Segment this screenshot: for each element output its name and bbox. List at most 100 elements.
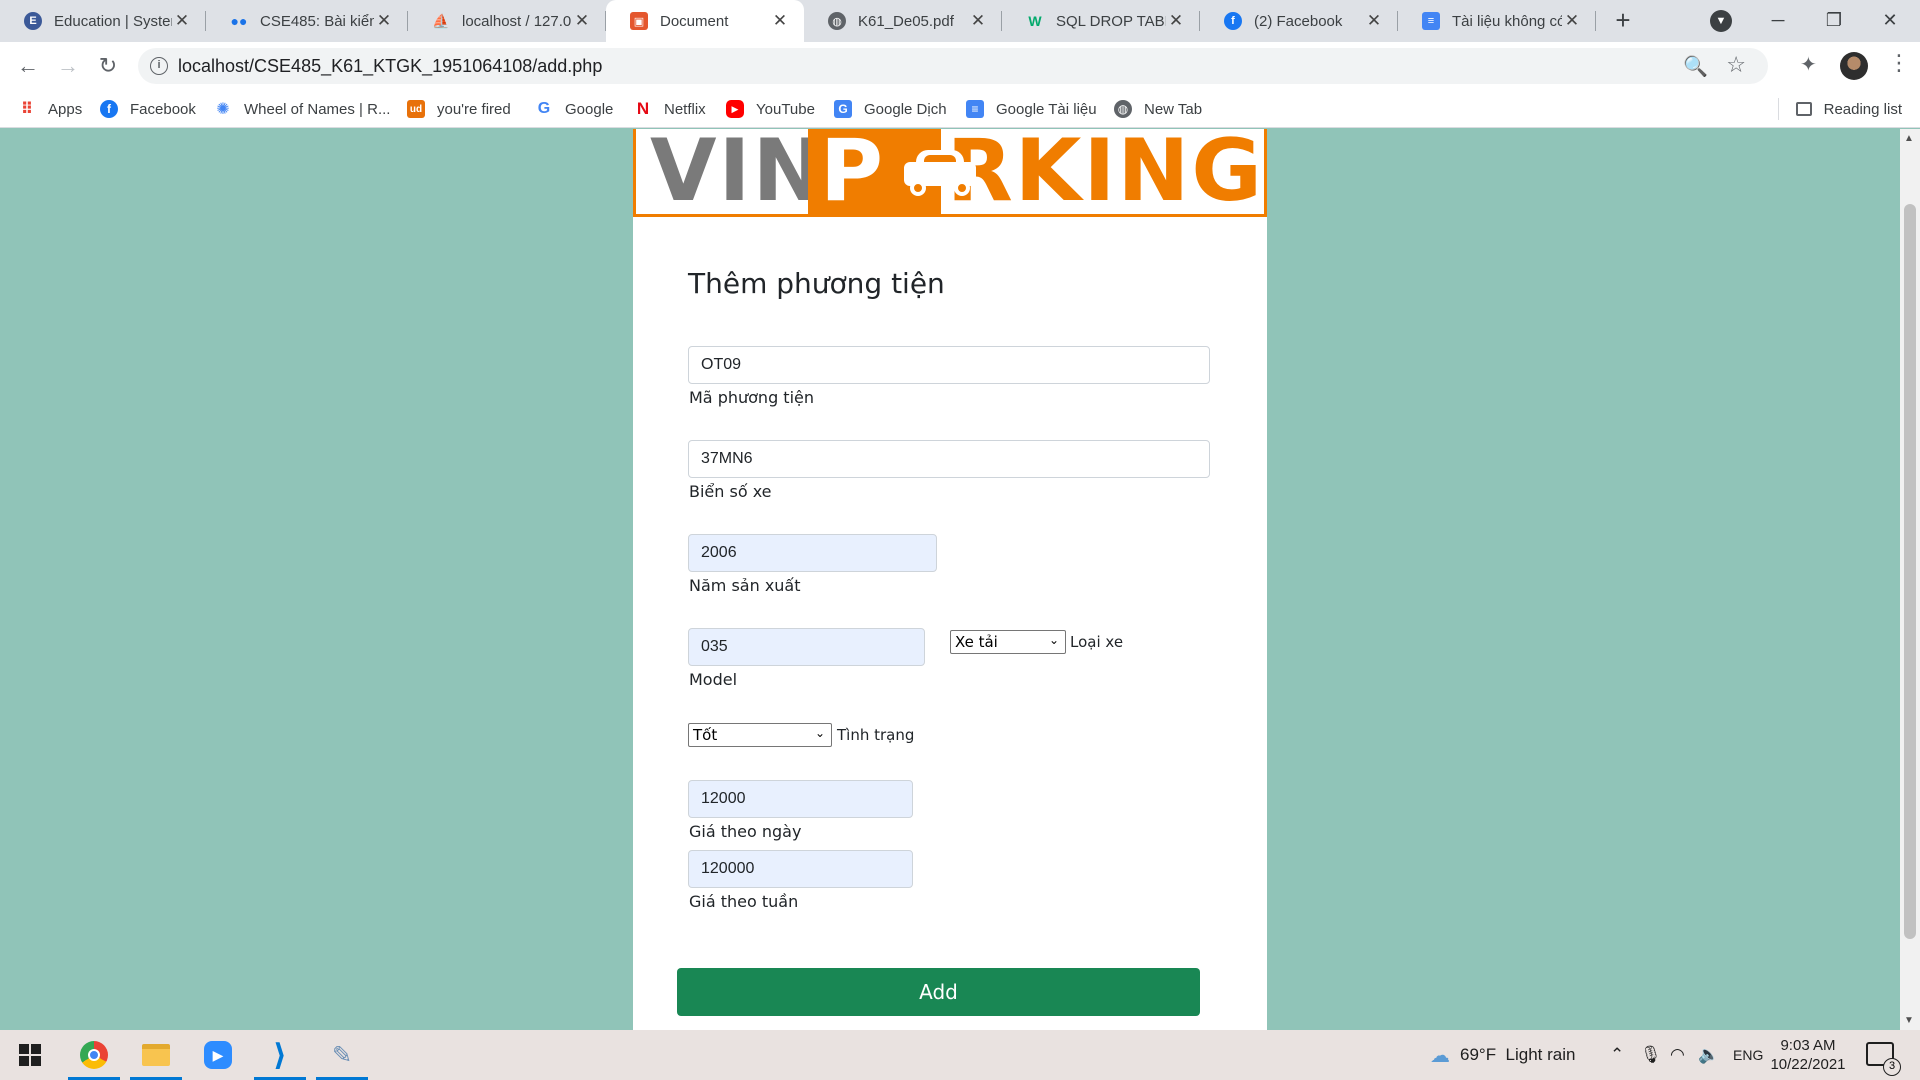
page-scrollbar[interactable]: ▲ ▼ [1900,129,1920,1030]
new-tab-button[interactable]: + [1608,6,1638,36]
chrome-icon[interactable] [64,1030,124,1080]
model-label: Model [689,670,738,689]
microphone-icon[interactable]: 🎙 [1640,1030,1662,1080]
volume-icon[interactable]: 🔈 [1698,1030,1719,1080]
youtube-icon: ▶ [726,100,744,118]
zoom-icon[interactable]: ▶ [188,1030,248,1080]
condition-label: Tình trạng [837,726,915,744]
globe-favicon-icon: ◍ [828,12,846,30]
vehicle-id-input[interactable] [688,346,1210,384]
wifi-icon[interactable]: ◠ [1670,1030,1685,1080]
tab-cse485[interactable]: ●● CSE485: Bài kiểm ✕ [206,0,408,42]
reading-list-icon [1795,102,1812,116]
close-tab-icon[interactable]: ✕ [770,11,790,31]
forward-icon[interactable]: → [52,50,84,82]
bookmark-youre-fired[interactable]: ud you're fired [407,90,511,128]
year-input[interactable] [688,534,937,572]
site-info-icon[interactable]: i [150,57,168,75]
tab-education[interactable]: E Education | Systen ✕ [0,0,206,42]
close-tab-icon[interactable]: ✕ [1562,11,1582,31]
close-tab-icon[interactable]: ✕ [172,11,192,31]
add-button[interactable]: Add [677,968,1200,1016]
weather-text: 69°F Light rain [1460,1045,1576,1064]
show-hidden-icons[interactable]: ⌃ [1610,1030,1624,1080]
bookmark-youtube[interactable]: ▶ YouTube [726,90,815,128]
back-icon[interactable]: ← [12,50,44,82]
document-favicon-icon: ▣ [630,12,648,30]
tab-title: CSE485: Bài kiểm [260,12,374,30]
bookmark-label: Google Dịch [864,100,947,118]
condition-value: Tốt [693,726,718,744]
reading-list-label: Reading list [1823,100,1902,118]
tab-title: localhost / 127.0.0 [462,12,572,30]
bookmark-label: Facebook [130,100,196,118]
bookmark-netflix[interactable]: N Netflix [634,90,706,128]
profile-avatar[interactable] [1840,52,1868,80]
bookmark-label: YouTube [756,100,815,118]
price-week-label: Giá theo tuần [689,892,799,911]
bookmark-wheel-of-names[interactable]: ✺ Wheel of Names | R... [214,90,390,128]
tab-w3schools[interactable]: W SQL DROP TABLE ✕ [1002,0,1200,42]
close-tab-icon[interactable]: ✕ [968,11,988,31]
model-input[interactable] [688,628,925,666]
url-text[interactable]: localhost/CSE485_K61_KTGK_1951064108/add… [178,56,602,77]
wheel-icon: ✺ [216,101,230,118]
file-explorer-icon[interactable] [126,1030,186,1080]
bookmark-apps[interactable]: ⠿ Apps [18,90,82,128]
education-favicon-icon: E [24,12,42,30]
reading-list-button[interactable]: Reading list [1795,90,1902,128]
rain-cloud-icon: ☁ [1430,1044,1450,1067]
tab-facebook[interactable]: f (2) Facebook ✕ [1200,0,1398,42]
restore-icon[interactable]: ❐ [1806,0,1862,42]
plate-input[interactable] [688,440,1210,478]
tab-pdf[interactable]: ◍ K61_De05.pdf ✕ [804,0,1002,42]
vehicle-type-label: Loại xe [1070,633,1124,651]
close-window-icon[interactable]: ✕ [1862,0,1918,42]
close-tab-icon[interactable]: ✕ [572,11,592,31]
bookmark-new-tab[interactable]: ◍ New Tab [1114,90,1202,128]
bookmark-google-docs[interactable]: ≡ Google Tài liệu [966,90,1097,128]
paint-icon[interactable]: ✎ [312,1030,372,1080]
docs-favicon-icon: ≡ [1422,12,1440,30]
reload-icon[interactable]: ↻ [92,50,124,82]
scroll-down-icon[interactable]: ▼ [1904,1015,1914,1026]
scrollbar-thumb[interactable] [1904,204,1916,939]
vehicle-type-value: Xe tải [955,633,998,651]
bookmark-star-icon[interactable]: ☆ [1726,52,1746,78]
bookmark-google[interactable]: G Google [535,90,614,128]
phpmyadmin-favicon-icon: ⛵ [432,12,450,29]
tab-docs[interactable]: ≡ Tài liệu không có ✕ [1398,0,1596,42]
google-docs-icon: ≡ [966,100,984,118]
tab-title: Document [660,12,729,30]
vehicle-type-select[interactable]: Xe tải ⌄ [950,630,1066,654]
bookmark-google-translate[interactable]: G Google Dịch [834,90,947,128]
zoom-icon[interactable]: 🔍 [1683,54,1708,79]
system-clock[interactable]: 9:03 AM 10/22/2021 [1760,1036,1856,1074]
tab-phpmyadmin[interactable]: ⛵ localhost / 127.0.0 ✕ [408,0,606,42]
windows-start-icon[interactable] [0,1030,60,1080]
close-tab-icon[interactable]: ✕ [1364,11,1384,31]
tab-title: Tài liệu không có [1452,12,1562,30]
extensions-icon[interactable]: ✦ [1800,52,1817,77]
price-day-input[interactable] [688,780,913,818]
bookmark-label: Netflix [664,100,706,118]
tab-document[interactable]: ▣ Document ✕ [606,0,804,42]
close-tab-icon[interactable]: ✕ [1166,11,1186,31]
weather-widget[interactable]: ☁ 69°F Light rain [1430,1030,1575,1080]
bookmark-facebook[interactable]: f Facebook [100,90,196,128]
browser-menu-icon[interactable]: ⋮ [1888,50,1910,76]
close-tab-icon[interactable]: ✕ [374,11,394,31]
bookmark-divider [1778,98,1779,120]
language-indicator[interactable]: ENG [1733,1030,1763,1080]
scroll-up-icon[interactable]: ▲ [1904,133,1914,144]
price-week-input[interactable] [688,850,913,888]
tab-title: SQL DROP TABLE [1056,12,1166,30]
dots-favicon-icon: ●● [230,13,248,29]
tab-search-icon[interactable]: ▼ [1710,10,1732,32]
logo-text-vin: VIN [650,129,827,217]
minimize-icon[interactable]: ─ [1750,0,1806,42]
condition-select[interactable]: Tốt ⌄ [688,723,832,747]
clock-time: 9:03 AM [1780,1037,1836,1054]
address-bar[interactable]: i localhost/CSE485_K61_KTGK_1951064108/a… [138,48,1768,84]
vscode-icon[interactable]: ⟩ [250,1030,310,1080]
